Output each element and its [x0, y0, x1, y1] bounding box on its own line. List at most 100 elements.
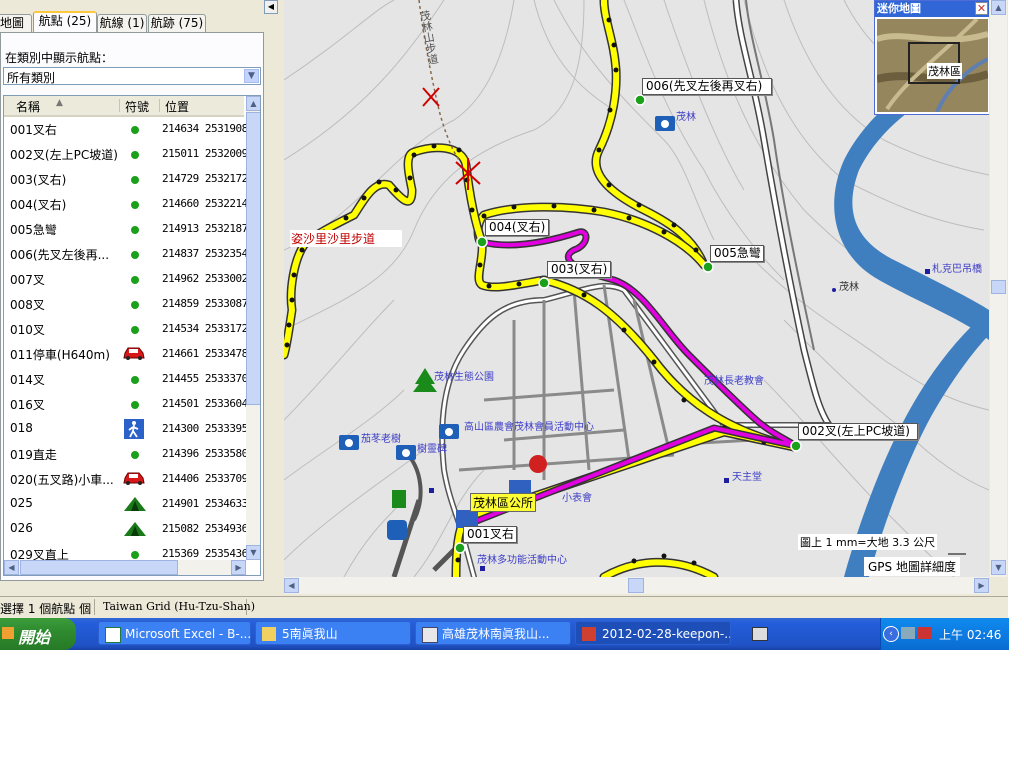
tab-waypoints[interactable]: 航點 (25)	[33, 11, 97, 34]
table-row[interactable]: 020(五叉路)小車... 214406 2533709	[4, 467, 248, 492]
scroll-thumb[interactable]	[20, 560, 178, 575]
scroll-thumb[interactable]	[628, 578, 644, 593]
map-waypoint-004[interactable]: 004(叉右)	[485, 219, 549, 236]
table-row[interactable]: 019直走 214396 2533580	[4, 442, 248, 467]
keyboard-icon[interactable]	[752, 627, 768, 641]
network-disconnected-icon[interactable]	[918, 627, 932, 639]
status-divider	[246, 599, 247, 615]
start-button[interactable]: 開始	[0, 618, 76, 650]
minimap-panel[interactable]: 迷你地圖 ✕ 茂林區	[874, 0, 989, 115]
taskbar-item-folder[interactable]: 5南眞我山	[255, 621, 411, 645]
waypoint-dot-icon	[131, 251, 139, 259]
scroll-right-button[interactable]: ▶	[974, 578, 989, 593]
waypoint-position: 214455 2533370	[162, 372, 248, 385]
tab-tracks[interactable]: 航跡 (75)	[148, 14, 206, 32]
category-label: 在類別中顯示航點：	[5, 51, 114, 65]
waypoint-name: 007叉	[10, 273, 45, 287]
waypoint-position: 214660 2532214	[162, 197, 248, 210]
scroll-up-button[interactable]: ▲	[991, 0, 1006, 15]
list-vertical-scrollbar[interactable]: ▲ ▼	[246, 96, 260, 560]
scroll-left-button[interactable]: ◀	[4, 560, 19, 575]
table-row[interactable]: 006(先叉左後再... 214837 2532354	[4, 242, 248, 267]
waypoint-name: 001叉右	[10, 123, 57, 137]
table-row[interactable]: 002叉(左上PC坡道) 215011 2532009	[4, 142, 248, 167]
table-row[interactable]: 018 214300 2533395	[4, 417, 248, 442]
table-row[interactable]: 016叉 214501 2533604	[4, 392, 248, 417]
map-vertical-scrollbar[interactable]: ▲ ▼	[990, 0, 1007, 577]
waypoint-position: 214901 2534633	[162, 497, 248, 510]
table-row[interactable]: 001叉右 214634 2531908	[4, 117, 248, 142]
waypoint-name: 005急彎	[10, 223, 57, 237]
map-view[interactable]: 茂林 茂林 札克巴吊橋（ 茂林生態公園 茂林長老教會 高山區農會茂林會員活動中心…	[284, 0, 989, 577]
taskbar-item-label: 2012-02-28-keepon-...	[602, 627, 731, 641]
column-header-name[interactable]: 名稱	[16, 98, 40, 115]
tab-routes[interactable]: 航線 (1)	[97, 14, 147, 32]
minimap-image[interactable]: 茂林區	[877, 19, 988, 112]
waypoint-position: 215369 2535436	[162, 547, 248, 560]
poi-label-farmers: 高山區農會茂林會員活動中心	[464, 422, 594, 433]
poi-label-bridge: 札克巴吊橋（	[932, 264, 989, 275]
table-row[interactable]: 004(叉右) 214660 2532214	[4, 192, 248, 217]
table-row[interactable]: 010叉 214534 2533172	[4, 317, 248, 342]
minimap-titlebar: 迷你地圖 ✕	[875, 1, 989, 17]
scroll-up-button[interactable]: ▲	[246, 96, 260, 111]
map-waypoint-001[interactable]: 001叉右	[463, 526, 517, 543]
taskbar-item-excel[interactable]: Microsoft Excel - B-...	[98, 621, 251, 645]
scroll-left-button[interactable]: ◀	[284, 578, 299, 593]
system-tray: ‹ 上午 02:46	[880, 618, 1009, 650]
table-row[interactable]: 005急彎 214913 2532187	[4, 217, 248, 242]
waypoint-position: 214859 2533087	[162, 297, 248, 310]
scroll-down-button[interactable]: ▼	[991, 560, 1006, 575]
waypoint-dot-icon	[131, 301, 139, 309]
map-horizontal-scrollbar[interactable]: ◀ ▶	[284, 577, 989, 594]
chevron-down-icon[interactable]: ▼	[244, 69, 259, 83]
minimap-title: 迷你地圖	[877, 2, 921, 15]
map-waypoint-002[interactable]: 002叉(左上PC坡道)	[798, 423, 918, 440]
table-row[interactable]: 026 215082 2534936	[4, 517, 248, 542]
network-icon[interactable]	[901, 627, 915, 639]
waypoint-name: 026	[10, 521, 33, 535]
poi-label-office[interactable]: 茂林區公所	[470, 493, 537, 512]
scroll-down-button[interactable]: ▼	[246, 545, 260, 560]
table-row[interactable]: 008叉 214859 2533087	[4, 292, 248, 317]
taskbar-item-document[interactable]: 高雄茂林南眞我山...	[415, 621, 571, 645]
table-row[interactable]: 003(叉右) 214729 2532172	[4, 167, 248, 192]
poi-label-xuehui: 小表會	[562, 493, 592, 504]
status-divider	[94, 599, 95, 615]
waypoint-name: 003(叉右)	[10, 173, 67, 187]
scroll-thumb[interactable]	[991, 280, 1006, 294]
table-row[interactable]: 025 214901 2534633	[4, 492, 248, 517]
waypoint-position: 215011 2532009	[162, 147, 248, 160]
column-divider[interactable]	[119, 99, 120, 112]
waypoint-position: 214396 2533580	[162, 447, 248, 460]
waypoint-position: 214913 2532187	[162, 222, 248, 235]
list-horizontal-scrollbar[interactable]: ◀ ▶	[4, 560, 246, 575]
column-header-position[interactable]: 位置	[165, 98, 189, 115]
table-row[interactable]: 014叉 214455 2533370	[4, 367, 248, 392]
scroll-thumb[interactable]	[246, 112, 260, 405]
clock[interactable]: 上午 02:46	[939, 626, 1001, 643]
waypoint-position: 214962 2533002	[162, 272, 248, 285]
column-header-symbol[interactable]: 符號	[125, 98, 149, 115]
status-grid: Taiwan Grid (Hu-Tzu-Shan)	[103, 600, 255, 613]
close-icon[interactable]: ✕	[975, 2, 988, 15]
tab-scroll-left-button[interactable]: ◀	[264, 0, 278, 14]
waypoint-rows: 001叉右 214634 2531908 002叉(左上PC坡道) 215011 25…	[4, 117, 248, 567]
category-select[interactable]: 所有類別 ▼	[3, 67, 261, 85]
poi-label-maolin: 茂林	[676, 112, 696, 123]
map-waypoint-006[interactable]: 006(先叉左後再叉右)	[642, 78, 772, 95]
scroll-right-button[interactable]: ▶	[231, 560, 246, 575]
waypoint-name: 008叉	[10, 298, 45, 312]
table-row[interactable]: 007叉 214962 2533002	[4, 267, 248, 292]
table-row[interactable]: 011停車(H640m) 214661 2533478	[4, 342, 248, 367]
waypoint-dot-icon	[131, 126, 139, 134]
tray-expand-icon[interactable]: ‹	[883, 626, 899, 642]
tab-map[interactable]: 地圖	[0, 14, 32, 32]
map-waypoint-003[interactable]: 003(叉右)	[547, 261, 611, 278]
waypoint-dot-icon	[131, 176, 139, 184]
poi-label-maolin-2: 茂林	[839, 282, 859, 293]
map-waypoint-005[interactable]: 005急彎	[710, 245, 764, 262]
taskbar-item-map-app[interactable]: 2012-02-28-keepon-...	[575, 621, 731, 645]
column-divider[interactable]	[159, 99, 160, 112]
panel-tabbar: 地圖 航點 (25) 航線 (1) 航跡 (75) ◀	[0, 0, 283, 34]
